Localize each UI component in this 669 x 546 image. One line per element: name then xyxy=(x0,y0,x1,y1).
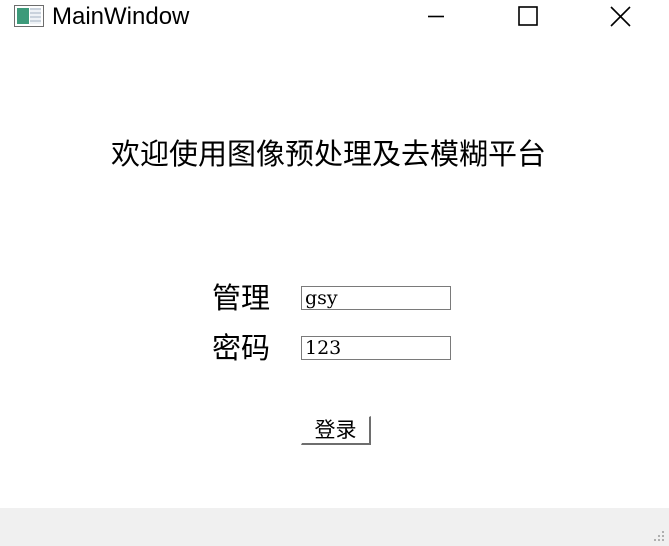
password-label: 密码 xyxy=(212,331,271,365)
password-input[interactable] xyxy=(301,336,451,360)
minimize-button[interactable] xyxy=(412,0,458,34)
app-window-icon xyxy=(14,5,44,27)
close-icon xyxy=(610,6,631,27)
login-button[interactable]: 登录 xyxy=(301,416,371,445)
main-window: MainWindow 欢迎使用图像预处理及去模糊平台 管理 密码 登录 xyxy=(0,0,669,546)
welcome-heading: 欢迎使用图像预处理及去模糊平台 xyxy=(110,137,546,171)
username-label: 管理 xyxy=(212,281,271,315)
status-bar xyxy=(0,508,669,546)
maximize-icon xyxy=(518,6,538,26)
close-button[interactable] xyxy=(598,0,644,34)
minimize-icon xyxy=(428,15,444,18)
size-grip-icon[interactable] xyxy=(653,530,665,542)
maximize-button[interactable] xyxy=(505,0,551,34)
username-input[interactable] xyxy=(301,286,451,310)
window-title: MainWindow xyxy=(52,3,190,30)
title-bar[interactable]: MainWindow xyxy=(0,0,669,34)
